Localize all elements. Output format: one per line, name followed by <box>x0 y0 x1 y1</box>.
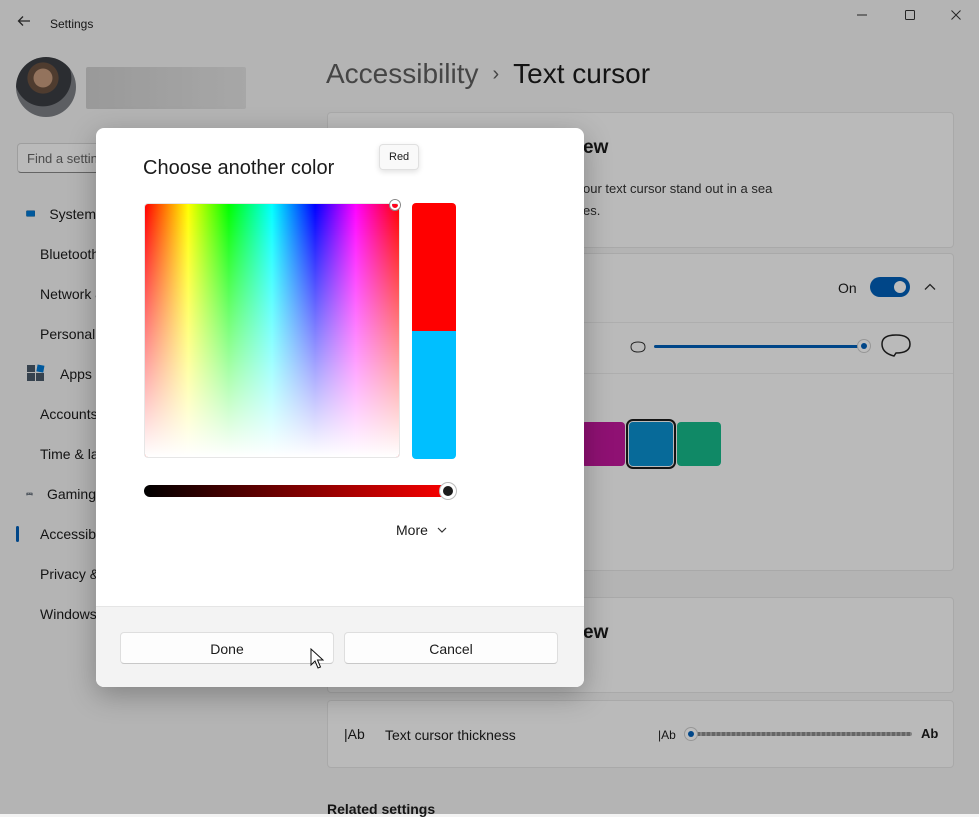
mouse-pointer-icon <box>310 648 324 669</box>
chevron-down-icon <box>437 527 447 533</box>
dialog-title: Choose another color <box>143 157 335 179</box>
more-label: More <box>396 522 428 538</box>
new-color-preview <box>412 203 456 331</box>
saturation-layer <box>145 204 399 457</box>
spectrum-handle[interactable] <box>390 200 400 210</box>
dialog-footer: Done Cancel <box>96 606 584 687</box>
brightness-slider[interactable] <box>144 485 456 497</box>
done-button[interactable]: Done <box>120 632 334 664</box>
color-picker-dialog: Choose another color Red More Done Cance… <box>96 128 584 687</box>
color-spectrum[interactable] <box>144 203 400 458</box>
brightness-slider-thumb[interactable] <box>440 483 456 499</box>
color-name-tooltip: Red <box>379 144 420 170</box>
cancel-button[interactable]: Cancel <box>344 632 558 664</box>
more-button[interactable]: More <box>396 518 448 542</box>
previous-color-preview <box>412 331 456 459</box>
